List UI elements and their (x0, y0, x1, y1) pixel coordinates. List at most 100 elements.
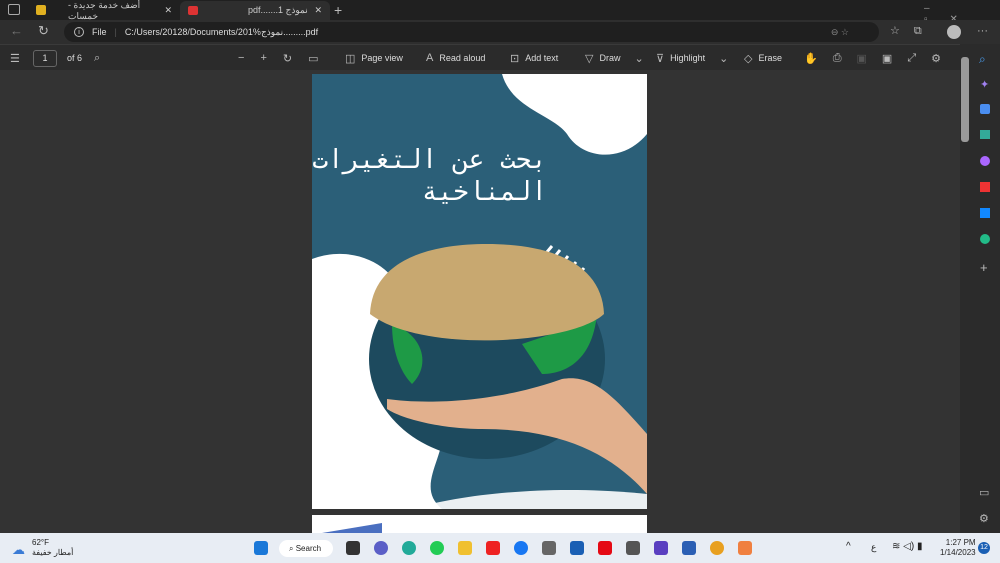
settings-icon[interactable]: ⚙ (979, 512, 989, 525)
temperature: 62°F (32, 538, 49, 547)
address-input[interactable]: i File | C:/Users/20128/Documents/201%نم… (64, 22, 879, 42)
search-icon[interactable]: ⌕ (94, 52, 100, 65)
cover-illustration (312, 74, 647, 509)
read-aloud-icon: A (426, 52, 434, 64)
back-icon[interactable]: ← (10, 23, 23, 38)
rotate-icon[interactable]: ↻ (283, 52, 292, 65)
search-button[interactable]: ⌕ Search (279, 540, 333, 557)
page-view-icon: ◫ (345, 52, 356, 65)
print-icon[interactable]: ⎙ (833, 52, 842, 65)
notification-badge[interactable]: 12 (978, 542, 990, 554)
page-decoration (322, 523, 382, 533)
weather-widget[interactable]: 62°F أمطار خفيفة (32, 538, 73, 558)
language-indicator[interactable]: ع (871, 542, 876, 553)
pdf-page-1: بحث عن التغيرات المناخية (312, 74, 647, 509)
khamsat-favicon-icon (36, 5, 46, 15)
zoom-icon[interactable]: ⊖ ☆ (831, 27, 849, 38)
tab-khamsat[interactable]: أضف خدمة جديدة - خمسات ✕ (60, 0, 180, 21)
teams-icon[interactable] (374, 541, 388, 555)
new-tab-button[interactable]: + (334, 2, 342, 18)
tab-title: pdf.......نموذج 1 (248, 5, 308, 15)
add-text-button[interactable]: ⊡ Add text (510, 45, 558, 71)
label: Search (295, 544, 322, 553)
tab-bar: أضف خدمة جديدة - خمسات ✕ pdf.......نموذج … (0, 0, 1000, 25)
highlight-icon: ⊽ (656, 52, 665, 65)
zoom-in-icon[interactable]: + (260, 52, 266, 64)
fit-icon[interactable]: ▭ (308, 52, 318, 65)
page-view-button[interactable]: ◫ Page view (345, 45, 403, 71)
search-icon[interactable]: ⌕ (979, 52, 986, 67)
add-text-icon: ⊡ (510, 52, 520, 65)
edge-sidebar: ⌕ ✦ + ▭ ⚙ (970, 44, 1000, 533)
add-icon[interactable]: + (980, 260, 988, 275)
store-icon[interactable] (570, 541, 584, 555)
tray-chevron-icon[interactable]: ^ (846, 541, 851, 552)
network-volume-battery-icons[interactable]: ≋ ◁) ▮ (892, 541, 922, 552)
games-icon[interactable] (980, 156, 990, 166)
label: Page view (361, 53, 403, 63)
office-icon[interactable] (980, 182, 990, 192)
draw-icon: ▽ (585, 52, 594, 65)
weather-text: أمطار خفيفة (32, 548, 74, 557)
more-icon[interactable]: ··· (977, 25, 988, 37)
browser-actions[interactable]: ☆⧉ (890, 24, 936, 38)
pdf-toolbar: ☰ 1 of 6 ⌕ − + ↻ ▭ ◫ Page view A Read aloud ⊡ Ad… (0, 44, 960, 70)
erase-button[interactable]: ◇ Erase (744, 45, 782, 71)
draw-button[interactable]: ▽ Draw ⌄ (585, 45, 644, 71)
time: 1:27 PM (945, 538, 976, 547)
avatar[interactable] (947, 25, 961, 39)
page-count: of 6 (67, 53, 83, 63)
file-explorer-icon[interactable] (458, 541, 472, 555)
fullscreen-icon[interactable]: ⤢ (907, 52, 916, 65)
edge-icon[interactable] (402, 541, 416, 555)
zoom-out-icon[interactable]: − (238, 52, 244, 64)
read-aloud-button[interactable]: A Read aloud (426, 45, 485, 71)
label: Highlight (670, 53, 706, 63)
drop-icon[interactable] (980, 234, 990, 244)
tab-title: أضف خدمة جديدة - خمسات (68, 0, 141, 21)
save-icon[interactable]: ▣ (857, 52, 867, 65)
label: Draw (599, 53, 621, 63)
start-icon[interactable] (254, 541, 268, 555)
chevron-down-icon[interactable]: ⌄ (634, 52, 643, 65)
taskbar: ☁ 62°F أمطار خفيفة ⌕ Search ^ ع ≋ ◁) ▮ 1:… (0, 533, 1000, 563)
outlook-icon[interactable] (980, 208, 990, 218)
task-view-icon[interactable] (346, 541, 360, 555)
contents-icon[interactable]: ☰ (10, 52, 20, 65)
shopping-icon[interactable] (980, 104, 990, 114)
label: Erase (758, 53, 782, 63)
label: Read aloud (439, 53, 486, 63)
tools-icon[interactable] (980, 130, 990, 139)
word-icon[interactable] (682, 541, 696, 555)
touch-icon[interactable]: ✋ (804, 52, 818, 65)
youtube-icon[interactable] (486, 541, 500, 555)
pdf-app-icon[interactable] (738, 541, 752, 555)
wikipedia-icon[interactable] (542, 541, 556, 555)
refresh-icon[interactable]: ↻ (38, 23, 49, 39)
eraser-icon: ◇ (744, 52, 753, 65)
scrollbar-thumb[interactable] (961, 57, 969, 142)
page-number-input[interactable]: 1 (33, 49, 57, 67)
clock[interactable]: 1:27 PM 1/14/2023 (940, 538, 976, 558)
highlight-button[interactable]: ⊽ Highlight ⌄ (656, 45, 728, 71)
close-icon[interactable]: ✕ (314, 5, 322, 16)
pdf-page-2 (312, 515, 647, 533)
save-as-icon[interactable]: ▣ (882, 52, 892, 65)
weather-icon: ☁ (12, 542, 25, 557)
close-icon[interactable]: ✕ (164, 5, 172, 16)
settings-icon[interactable]: ⚙ (931, 52, 941, 65)
onenote-icon[interactable] (654, 541, 668, 555)
app-m-icon[interactable] (626, 541, 640, 555)
tab-actions-icon[interactable] (8, 4, 20, 15)
sidebar-toggle-icon[interactable]: ▭ (979, 486, 989, 499)
pdf-favicon-icon (188, 6, 198, 15)
label: Add text (525, 53, 559, 63)
info-icon[interactable]: i (74, 27, 84, 37)
netflix-icon[interactable] (598, 541, 612, 555)
tab-pdf[interactable]: pdf.......نموذج 1 ✕ (180, 1, 330, 20)
facebook-icon[interactable] (514, 541, 528, 555)
whatsapp-icon[interactable] (430, 541, 444, 555)
copilot-icon[interactable]: ✦ (980, 78, 989, 91)
chrome-icon[interactable] (710, 541, 724, 555)
chevron-down-icon[interactable]: ⌄ (719, 52, 728, 65)
